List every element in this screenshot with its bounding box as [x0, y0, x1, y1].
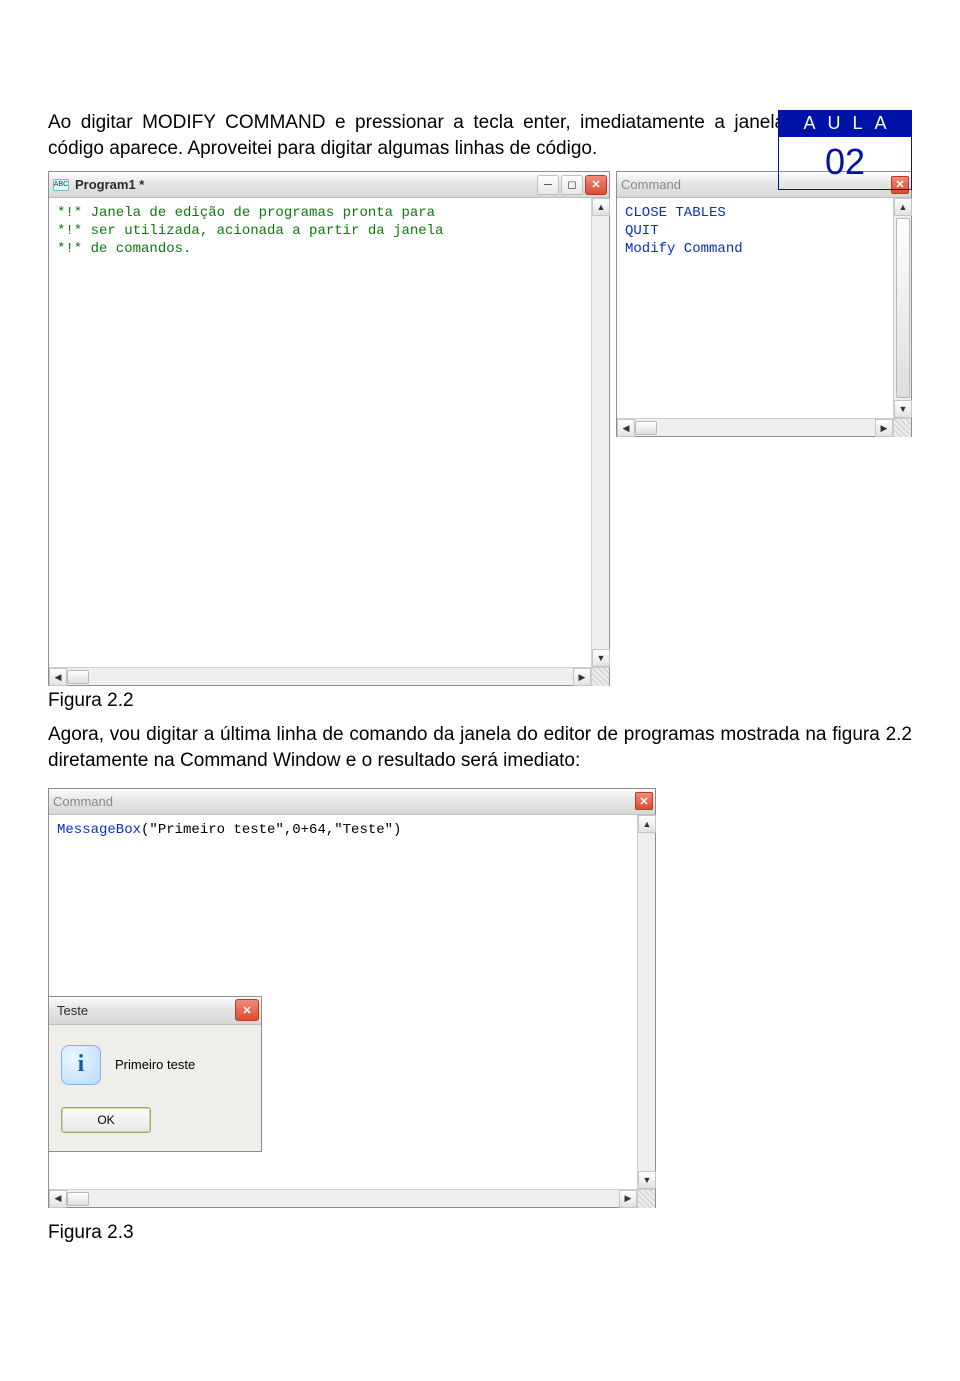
figure-2-3-caption: Figura 2.3 [48, 1222, 912, 1244]
minimize-button[interactable]: ─ [537, 175, 559, 195]
messagebox-titlebar[interactable]: Teste ✕ [49, 997, 261, 1025]
command-title-2: Command [53, 794, 629, 809]
scroll-down-icon[interactable]: ▼ [592, 649, 610, 667]
ok-button[interactable]: OK [61, 1107, 151, 1133]
lesson-badge: AULA 02 [778, 110, 912, 190]
command-vscroll-2[interactable]: ▲ ▼ [637, 815, 655, 1189]
program-editor-code[interactable]: *!* Janela de edição de programas pronta… [49, 198, 591, 667]
messagebox-title: Teste [57, 1003, 235, 1018]
lesson-badge-number: 02 [778, 137, 912, 190]
resize-grip-icon[interactable] [893, 419, 911, 437]
close-button[interactable]: ✕ [635, 792, 653, 810]
figure-2-3: Command ✕ MessageBox("Primeiro teste",0+… [48, 788, 668, 1218]
hscroll-thumb[interactable] [635, 421, 657, 435]
command-hscroll-1[interactable]: ◀ ▶ [617, 418, 911, 436]
program-editor-title: Program1 * [75, 177, 531, 192]
lesson-badge-top: AULA [778, 110, 912, 137]
scroll-down-icon[interactable]: ▼ [638, 1171, 656, 1189]
figure-2-2-caption: Figura 2.2 [48, 690, 912, 712]
command-titlebar-2[interactable]: Command ✕ [49, 789, 655, 815]
scroll-right-icon[interactable]: ▶ [573, 668, 591, 686]
figure-2-2: ABC Program1 * ─ ◻ ✕ *!* Janela de ediçã… [48, 171, 912, 686]
abc-icon: ABC [53, 179, 69, 191]
scroll-up-icon[interactable]: ▲ [592, 198, 610, 216]
close-button[interactable]: ✕ [585, 175, 607, 195]
program-editor-hscroll[interactable]: ◀ ▶ [49, 667, 609, 685]
program-editor-titlebar[interactable]: ABC Program1 * ─ ◻ ✕ [49, 172, 609, 198]
scroll-up-icon[interactable]: ▲ [638, 815, 656, 833]
close-button[interactable]: ✕ [235, 999, 259, 1021]
resize-grip-icon[interactable] [591, 668, 609, 686]
command-hscroll-2[interactable]: ◀ ▶ [49, 1189, 655, 1207]
scroll-right-icon[interactable]: ▶ [875, 419, 893, 437]
scroll-right-icon[interactable]: ▶ [619, 1190, 637, 1208]
scroll-up-icon[interactable]: ▲ [894, 198, 912, 216]
program-editor-vscroll[interactable]: ▲ ▼ [591, 198, 609, 667]
maximize-button[interactable]: ◻ [561, 175, 583, 195]
vscroll-thumb[interactable] [896, 218, 910, 398]
info-icon: i [61, 1045, 101, 1085]
paragraph-2: Agora, vou digitar a última linha de com… [48, 722, 912, 773]
hscroll-thumb[interactable] [67, 670, 89, 684]
scroll-down-icon[interactable]: ▼ [894, 400, 912, 418]
command-window-1: Command ✕ CLOSE TABLES QUIT Modify Comma… [616, 171, 912, 437]
program-editor-icon: ABC [53, 177, 69, 193]
scroll-left-icon[interactable]: ◀ [617, 419, 635, 437]
scroll-left-icon[interactable]: ◀ [49, 668, 67, 686]
messagebox-text: Primeiro teste [115, 1057, 195, 1072]
command-code-1[interactable]: CLOSE TABLES QUIT Modify Command [617, 198, 893, 418]
resize-grip-icon[interactable] [637, 1190, 655, 1208]
scroll-left-icon[interactable]: ◀ [49, 1190, 67, 1208]
program-editor-window: ABC Program1 * ─ ◻ ✕ *!* Janela de ediçã… [48, 171, 610, 686]
messagebox-window: Teste ✕ i Primeiro teste OK [48, 996, 262, 1152]
command-vscroll-1[interactable]: ▲ ▼ [893, 198, 911, 418]
hscroll-thumb[interactable] [67, 1192, 89, 1206]
